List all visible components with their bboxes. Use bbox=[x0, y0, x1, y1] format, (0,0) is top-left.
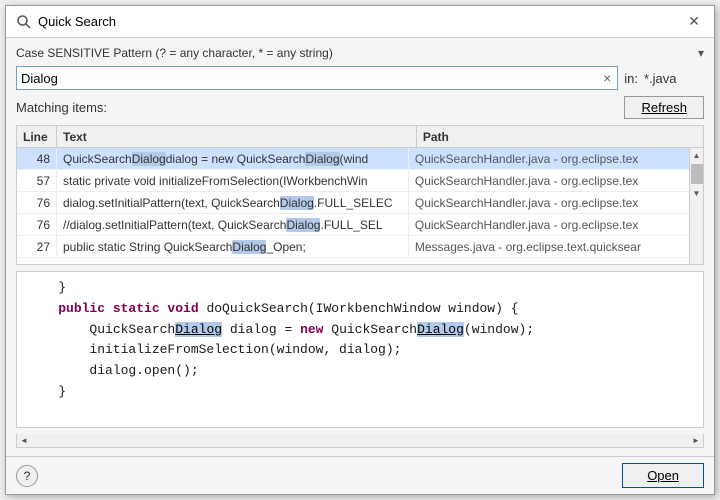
table-header: Line Text Path bbox=[17, 126, 703, 148]
cell-text: static private void initializeFromSelect… bbox=[57, 170, 409, 191]
title-text: Quick Search bbox=[38, 14, 116, 29]
table-row[interactable]: 76 //dialog.setInitialPattern(text, Quic… bbox=[17, 214, 689, 236]
scroll-up-button[interactable]: ▲ bbox=[690, 148, 704, 162]
h-scroll-track bbox=[31, 434, 689, 447]
results-table: Line Text Path 48 QuickSearchDialog dial… bbox=[16, 125, 704, 265]
code-line: dialog.open(); bbox=[27, 361, 693, 382]
code-line: public static void doQuickSearch(IWorkbe… bbox=[27, 299, 693, 320]
cell-path: QuickSearchHandler.java - org.eclipse.te… bbox=[409, 170, 675, 191]
cell-text: public static String QuickSearchDialog_O… bbox=[57, 236, 409, 257]
title-bar-left: Quick Search bbox=[16, 14, 116, 30]
cell-path: QuickSearchHandler.java - org.eclipse.te… bbox=[409, 214, 675, 235]
close-button[interactable]: ✕ bbox=[684, 12, 704, 32]
pattern-dropdown-arrow[interactable]: ▾ bbox=[698, 46, 704, 60]
cell-text: dialog.setInitialPattern(text, QuickSear… bbox=[57, 192, 409, 213]
code-line: } bbox=[27, 278, 693, 299]
cell-path: QuickSearchHandler.java - org.eclipse.te… bbox=[409, 148, 675, 169]
search-icon bbox=[16, 14, 32, 30]
refresh-button[interactable]: Refresh bbox=[624, 96, 704, 119]
cell-text: //dialog.setInitialPattern(text, QuickSe… bbox=[57, 214, 409, 235]
table-row[interactable]: 48 QuickSearchDialog dialog = new QuickS… bbox=[17, 148, 689, 170]
search-row: × in: *.java bbox=[16, 66, 704, 90]
scroll-down-button[interactable]: ▼ bbox=[690, 186, 704, 200]
code-line: } bbox=[27, 382, 693, 403]
help-button[interactable]: ? bbox=[16, 465, 38, 487]
cell-line: 76 bbox=[17, 192, 57, 213]
clear-button[interactable]: × bbox=[601, 71, 613, 85]
col-header-text: Text bbox=[57, 126, 417, 147]
table-row[interactable]: 76 dialog.setInitialPattern(text, QuickS… bbox=[17, 192, 689, 214]
matching-row: Matching items: Refresh bbox=[16, 96, 704, 119]
cell-line: 57 bbox=[17, 170, 57, 191]
cell-path: Messages.java - org.eclipse.text.quickse… bbox=[409, 236, 675, 257]
table-body: 48 QuickSearchDialog dialog = new QuickS… bbox=[17, 148, 689, 264]
search-input[interactable] bbox=[21, 71, 601, 86]
footer: ? Open bbox=[6, 456, 714, 494]
content-area: Case SENSITIVE Pattern (? = any characte… bbox=[6, 38, 714, 456]
scroll-thumb[interactable] bbox=[691, 164, 703, 184]
code-line: initializeFromSelection(window, dialog); bbox=[27, 340, 693, 361]
cell-line: 48 bbox=[17, 148, 57, 169]
h-scroll-right-button[interactable]: ► bbox=[689, 434, 703, 448]
code-preview: } public static void doQuickSearch(IWork… bbox=[16, 271, 704, 428]
table-row[interactable]: 57 static private void initializeFromSel… bbox=[17, 170, 689, 192]
matching-label: Matching items: bbox=[16, 100, 107, 115]
table-row[interactable]: 27 public static String QuickSearchDialo… bbox=[17, 236, 689, 258]
quick-search-dialog: Quick Search ✕ Case SENSITIVE Pattern (?… bbox=[5, 5, 715, 495]
h-scroll-left-button[interactable]: ◄ bbox=[17, 434, 31, 448]
code-line: QuickSearchDialog dialog = new QuickSear… bbox=[27, 320, 693, 341]
in-value: *.java bbox=[644, 71, 704, 86]
pattern-row: Case SENSITIVE Pattern (? = any characte… bbox=[16, 46, 704, 60]
cell-text: QuickSearchDialog dialog = new QuickSear… bbox=[57, 148, 409, 169]
col-header-path: Path bbox=[417, 126, 689, 147]
horizontal-scrollbar[interactable]: ◄ ► bbox=[16, 434, 704, 448]
search-input-wrapper: × bbox=[16, 66, 618, 90]
open-button[interactable]: Open bbox=[622, 463, 704, 488]
cell-path: QuickSearchHandler.java - org.eclipse.te… bbox=[409, 192, 675, 213]
cell-line: 76 bbox=[17, 214, 57, 235]
title-bar: Quick Search ✕ bbox=[6, 6, 714, 38]
cell-line: 27 bbox=[17, 236, 57, 257]
pattern-label: Case SENSITIVE Pattern (? = any characte… bbox=[16, 46, 333, 60]
col-header-line: Line bbox=[17, 126, 57, 147]
vertical-scrollbar[interactable]: ▲ ▼ bbox=[689, 148, 703, 264]
in-label: in: bbox=[624, 71, 638, 86]
